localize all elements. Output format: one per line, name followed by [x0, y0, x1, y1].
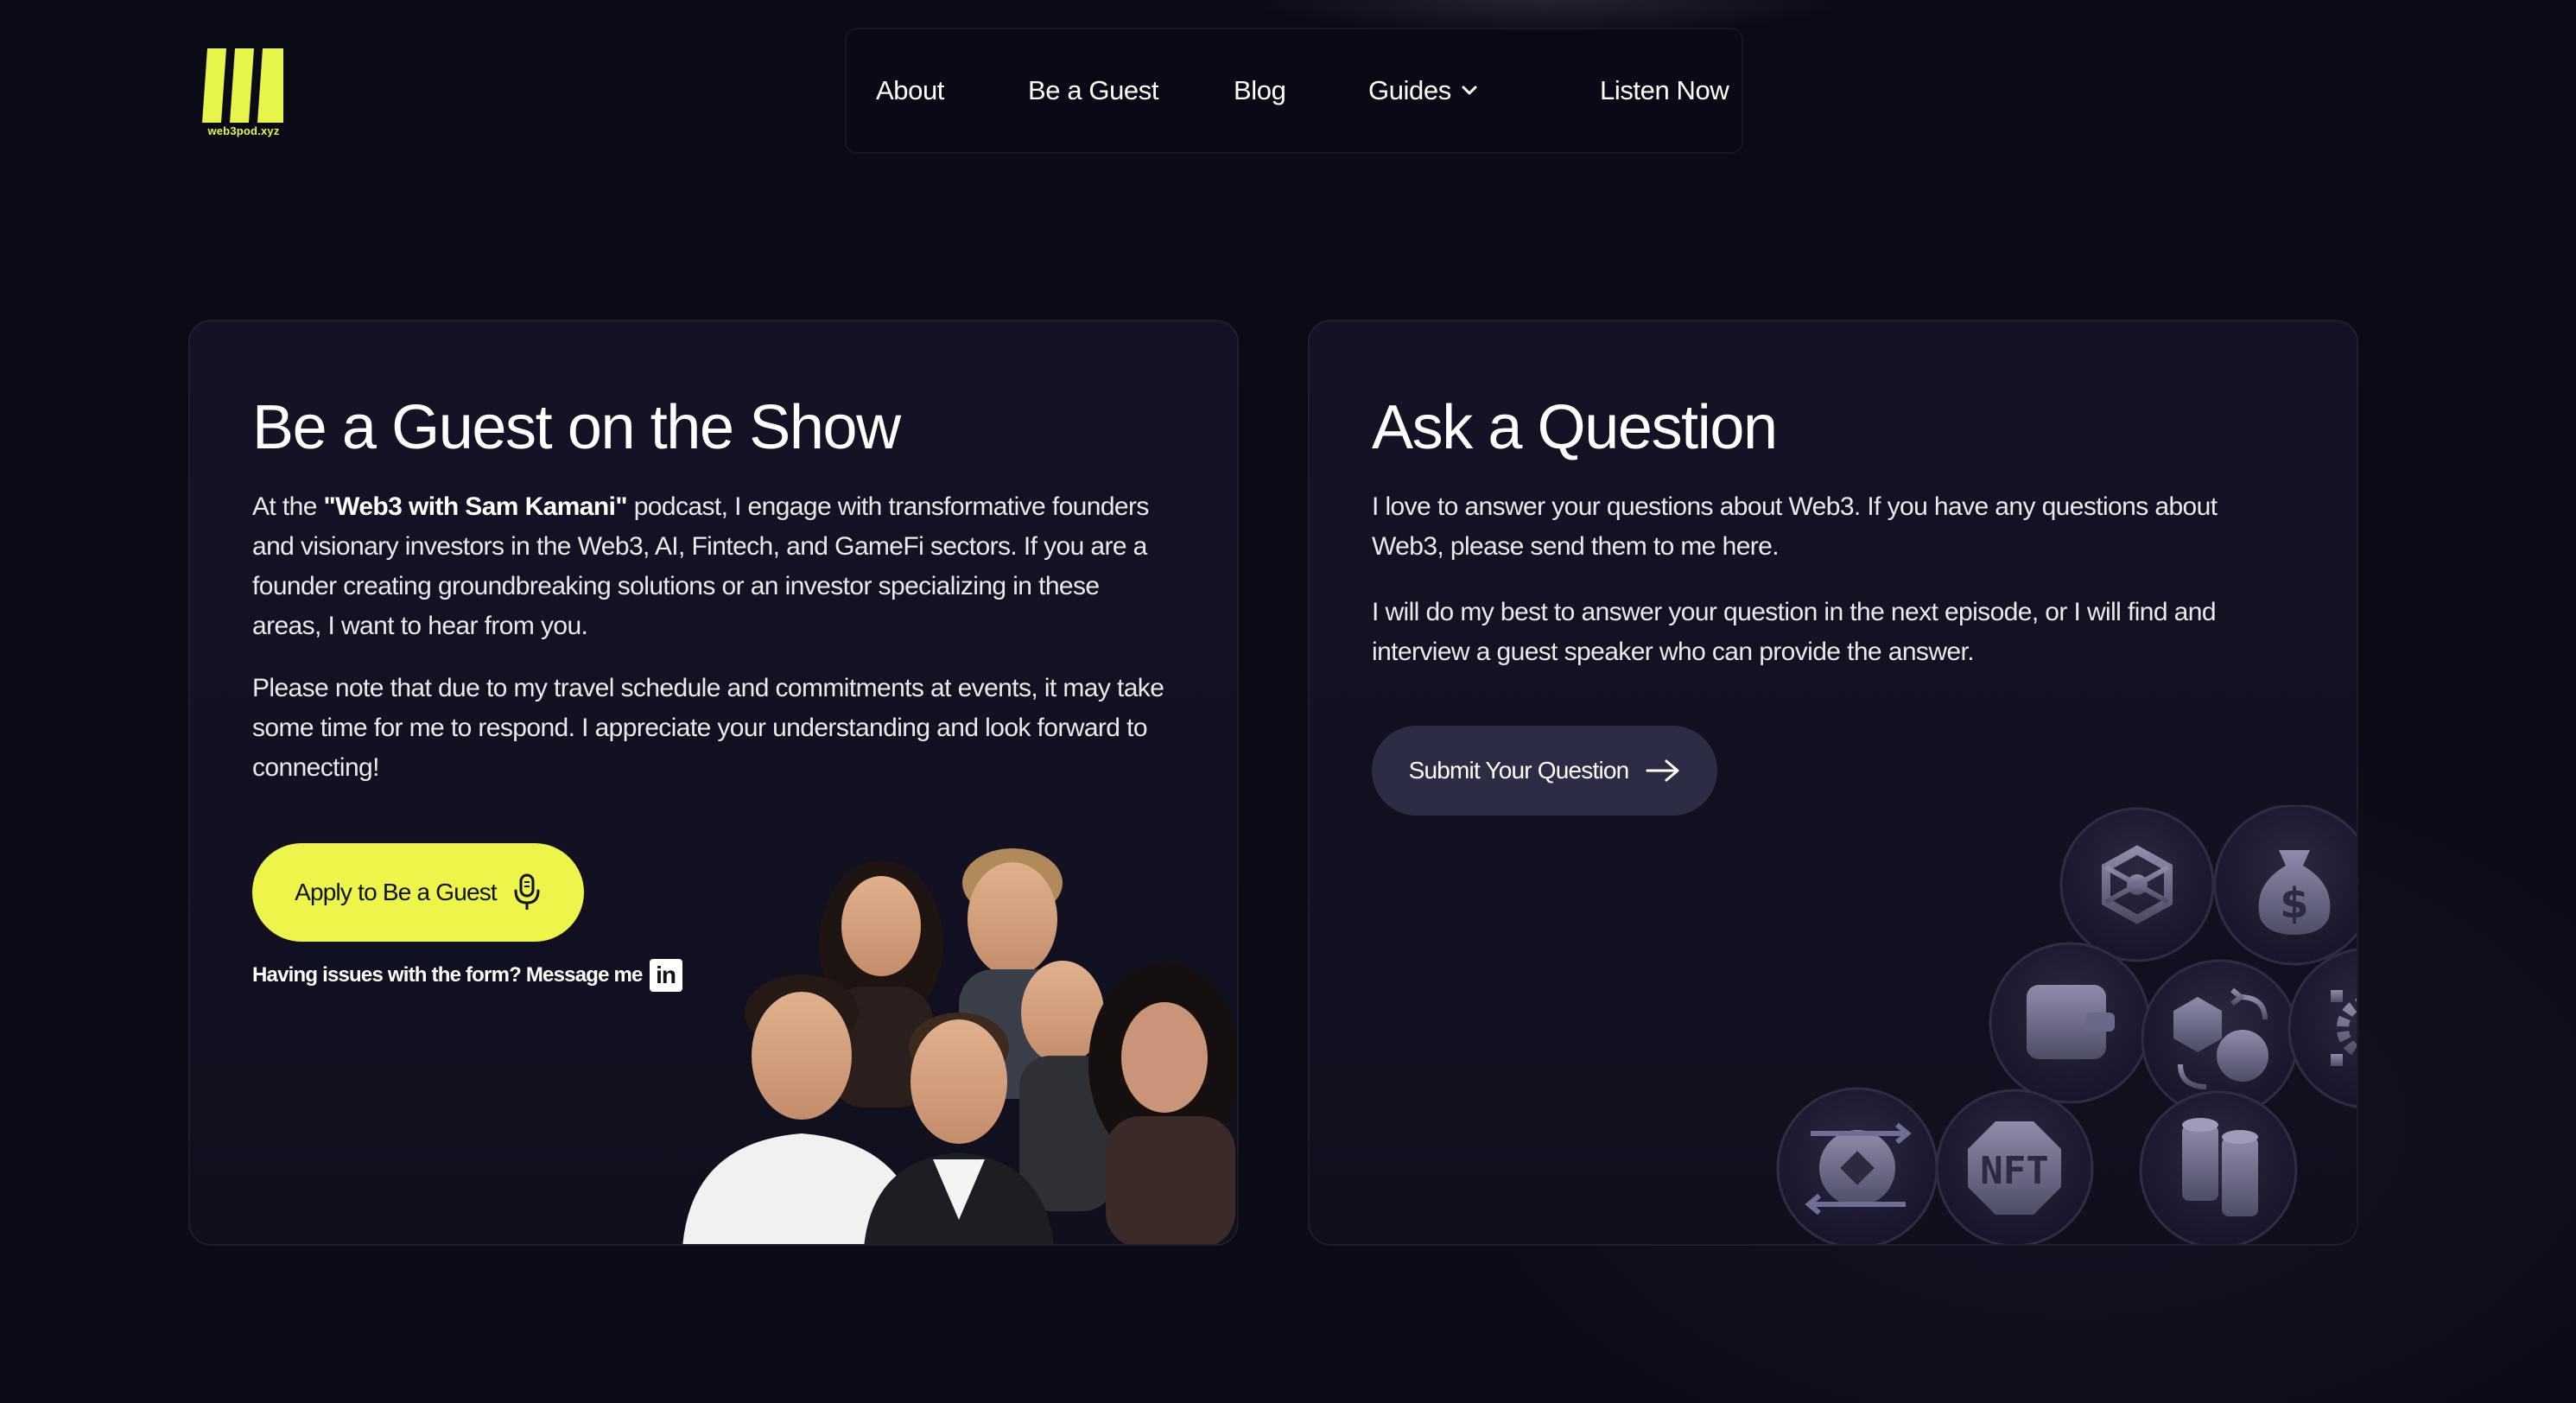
logo[interactable]: web3pod.xyz: [200, 48, 287, 142]
logo-icon: [202, 48, 283, 123]
question-card: Ask a Question I love to answer your que…: [1308, 320, 2358, 1246]
nav-item-about[interactable]: About: [876, 75, 944, 106]
dollar-glyph: $: [2280, 879, 2308, 928]
nav-item-be-a-guest[interactable]: Be a Guest: [1028, 75, 1158, 106]
nav-item-blog[interactable]: Blog: [1234, 75, 1286, 106]
nav-item-listen-now[interactable]: Listen Now: [1600, 75, 1729, 106]
guest-intro-prefix: At the: [252, 492, 324, 521]
apply-guest-button[interactable]: Apply to Be a Guest: [252, 843, 584, 942]
nav-item-label: Blog: [1234, 75, 1286, 105]
crypto-icons-cluster: $ NFT: [1776, 805, 2357, 1244]
guest-note-text: Please note that due to my travel schedu…: [252, 674, 1164, 782]
guest-intro-text: At the "Web3 with Sam Kamani" podcast, I…: [252, 487, 1168, 646]
submit-question-label: Submit Your Question: [1408, 757, 1630, 784]
question-intro-text: I love to answer your questions about We…: [1372, 492, 2218, 561]
wallet-icon: [1989, 942, 2151, 1104]
nav-item-label: Guides: [1368, 75, 1451, 105]
question-card-title: Ask a Question: [1372, 393, 1778, 462]
nav-item-label: Be a Guest: [1028, 75, 1159, 105]
money-bag-icon: $: [2213, 805, 2357, 966]
chevron-down-icon: [1462, 86, 1477, 95]
question-note-text: I will do my best to answer your questio…: [1372, 598, 2217, 666]
guest-photo-woman-2: [1088, 962, 1237, 1244]
nft-label: NFT: [1980, 1149, 2048, 1193]
guest-photos: [682, 848, 1237, 1244]
settings-network-icon: [2287, 948, 2357, 1108]
nav-item-guides[interactable]: Guides: [1368, 75, 1479, 106]
network-icon: [2059, 807, 2215, 962]
podcast-name: "Web3 with Sam Kamani": [323, 492, 628, 521]
microphone-icon: [514, 873, 540, 910]
main-nav: About Be a Guest Blog Guides Listen Now: [845, 28, 1743, 154]
coin-stack-icon: [2139, 1090, 2298, 1244]
guest-card-title: Be a Guest on the Show: [252, 393, 901, 462]
form-issues-label: Having issues with the form? Message me: [252, 963, 643, 987]
guest-card: Be a Guest on the Show At the "Web3 with…: [188, 320, 1239, 1246]
form-issues-text: Having issues with the form? Message me …: [252, 959, 682, 992]
nft-icon: NFT: [1935, 1089, 2094, 1244]
submit-question-button[interactable]: Submit Your Question: [1372, 726, 1717, 816]
nav-item-label: About: [876, 75, 945, 105]
exchange-icon: [1776, 1087, 1938, 1244]
logo-text: web3pod.xyz: [207, 124, 280, 137]
arrow-right-icon: [1646, 759, 1679, 782]
nav-item-label: Listen Now: [1600, 75, 1729, 105]
apply-guest-label: Apply to Be a Guest: [295, 879, 498, 905]
